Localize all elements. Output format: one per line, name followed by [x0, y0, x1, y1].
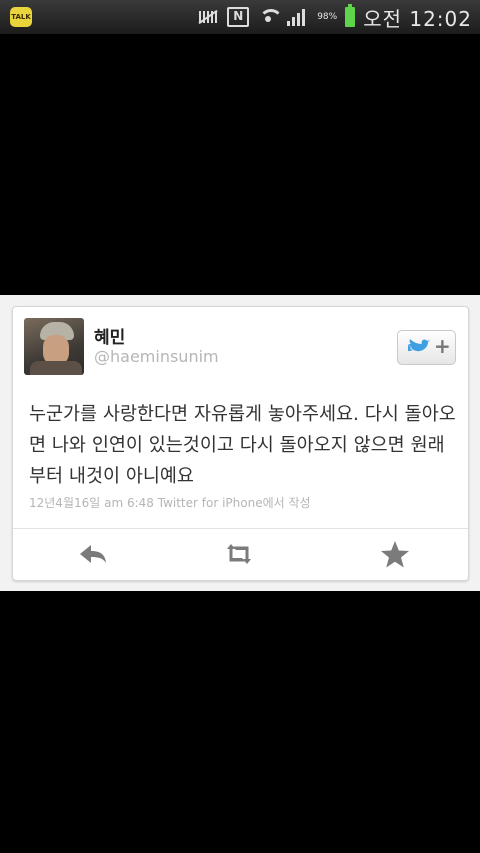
kakaotalk-icon: TALK: [10, 7, 32, 27]
signal-icon: [287, 8, 309, 26]
tweet-text: 누군가를 사랑한다면 자유롭게 놓아주세요. 다시 돌아오면 나와 인연이 있는…: [29, 404, 456, 487]
mute-icon: [197, 8, 219, 26]
tweet-meta: 12년4월16일 am 6:48 Twitter for iPhone에서 작성: [29, 496, 311, 510]
status-icons: 98% 오전 12:02: [197, 0, 472, 34]
status-bar: TALK 98% 오전 12:02: [0, 0, 480, 34]
tweet-actions: [13, 529, 468, 579]
plus-icon: +: [434, 334, 451, 358]
wifi-icon: [257, 8, 284, 26]
retweet-icon[interactable]: [223, 539, 255, 569]
twitter-bird-icon: [408, 339, 430, 352]
battery-percent: 98%: [317, 12, 338, 22]
nfc-icon: [227, 7, 250, 27]
user-handle[interactable]: @haeminsunim: [94, 347, 219, 366]
clock: 오전 12:02: [363, 6, 472, 31]
reply-icon[interactable]: [77, 539, 109, 569]
follow-button[interactable]: +: [397, 330, 456, 365]
user-name[interactable]: 혜민: [94, 323, 125, 348]
favorite-icon[interactable]: [379, 539, 411, 569]
avatar[interactable]: [24, 318, 84, 375]
battery-icon: [345, 4, 356, 27]
tweet-card: 혜민 @haeminsunim + 누군가를 사랑한다면 자유롭게 놓아주세요.…: [12, 306, 469, 581]
